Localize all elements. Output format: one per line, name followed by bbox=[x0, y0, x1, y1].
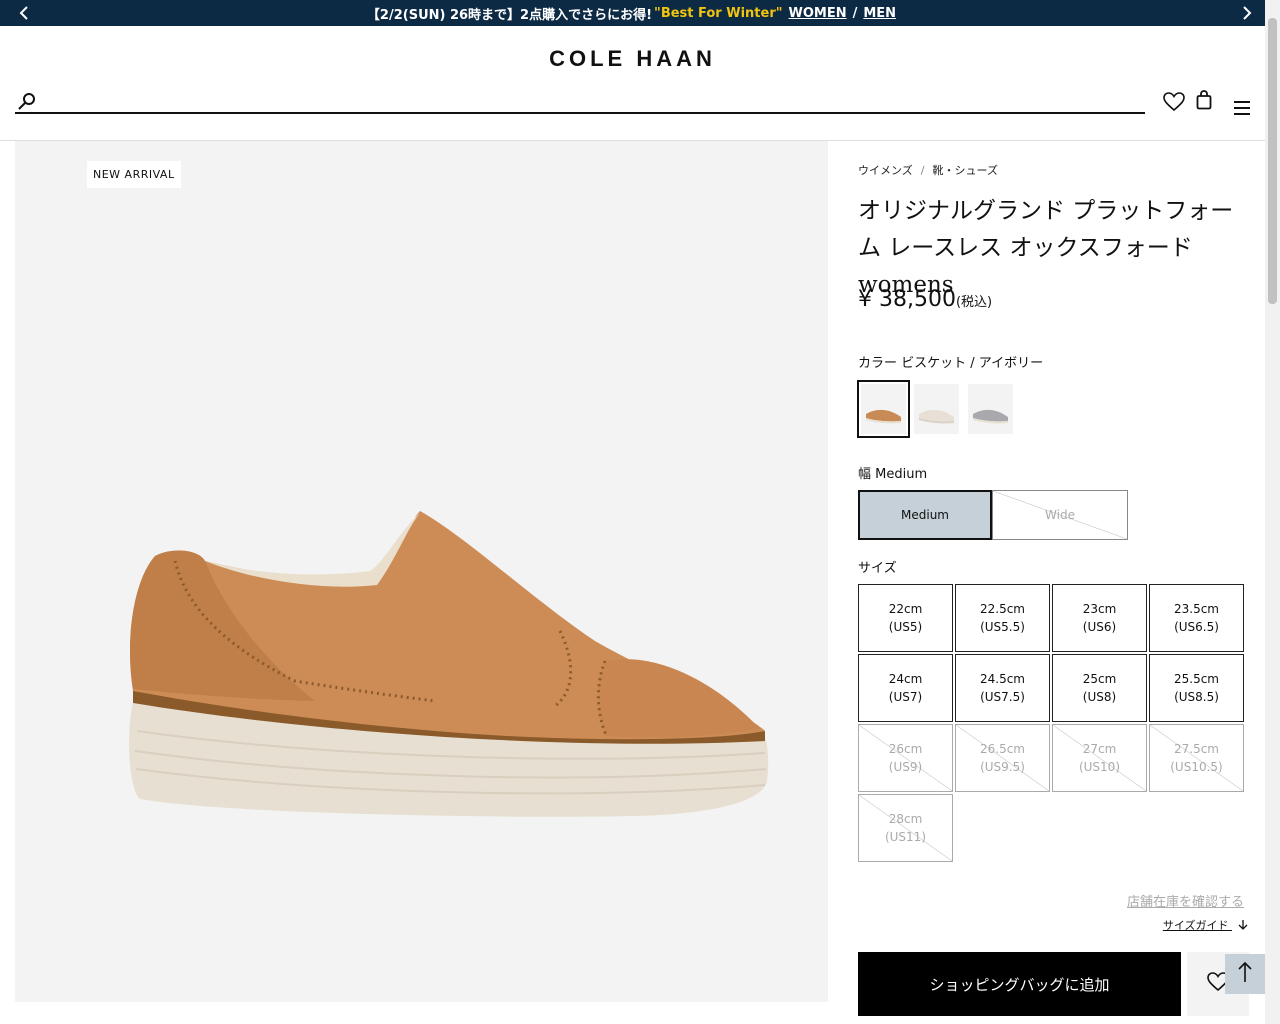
size-label: サイズ bbox=[858, 561, 897, 576]
site-header: COLE HAAN bbox=[0, 26, 1265, 141]
size-us: (US6.5) bbox=[1174, 620, 1219, 634]
size-option-unavailable[interactable]: 26cm (US9) bbox=[858, 724, 953, 792]
size-us: (US5.5) bbox=[980, 620, 1025, 634]
size-option[interactable]: 23.5cm (US6.5) bbox=[1149, 584, 1244, 652]
size-option[interactable]: 25.5cm (US8.5) bbox=[1149, 654, 1244, 722]
size-us: (US10) bbox=[1078, 760, 1121, 774]
size-cm: 22.5cm bbox=[979, 602, 1025, 616]
size-option[interactable]: 25cm (US8) bbox=[1052, 654, 1147, 722]
menu-icon[interactable] bbox=[1233, 100, 1251, 120]
size-guide-label: サイズガイド bbox=[1162, 919, 1229, 932]
size-option[interactable]: 24cm (US7) bbox=[858, 654, 953, 722]
back-to-top-button[interactable] bbox=[1225, 954, 1265, 994]
size-cm: 22cm bbox=[888, 602, 923, 616]
chevron-left-icon[interactable] bbox=[14, 3, 34, 23]
size-us: (US8) bbox=[1082, 690, 1117, 704]
size-option-unavailable[interactable]: 27.5cm (US10.5) bbox=[1149, 724, 1244, 792]
announcement-highlight: "Best For Winter" bbox=[654, 5, 783, 21]
breadcrumb: ウイメンズ / 靴・シューズ bbox=[858, 162, 998, 178]
add-to-bag-button[interactable]: ショッピングバッグに追加 bbox=[858, 952, 1181, 1016]
size-us: (US7.5) bbox=[980, 690, 1025, 704]
size-cm: 23cm bbox=[1082, 602, 1117, 616]
width-option-wide[interactable]: Wide bbox=[992, 490, 1128, 540]
size-cm: 26cm bbox=[888, 742, 923, 756]
chevron-right-icon[interactable] bbox=[1237, 3, 1257, 23]
size-cm: 27.5cm bbox=[1173, 742, 1219, 756]
size-cm: 26.5cm bbox=[979, 742, 1025, 756]
size-cm: 25.5cm bbox=[1173, 672, 1219, 686]
breadcrumb-shoes[interactable]: 靴・シューズ bbox=[933, 164, 998, 177]
search-bar[interactable] bbox=[15, 89, 1145, 114]
search-icon[interactable] bbox=[17, 92, 37, 114]
scrollbar-thumb[interactable] bbox=[1268, 18, 1277, 304]
size-option[interactable]: 22cm (US5) bbox=[858, 584, 953, 652]
size-cm: 27cm bbox=[1082, 742, 1117, 756]
color-swatch-ivory[interactable] bbox=[914, 384, 959, 434]
color-label: カラー ビスケット / アイボリー bbox=[858, 356, 1044, 371]
search-input[interactable] bbox=[45, 89, 1135, 111]
heart-icon[interactable] bbox=[1163, 92, 1185, 116]
width-label: 幅 Medium bbox=[858, 467, 928, 482]
size-us: (US9.5) bbox=[980, 760, 1025, 774]
product-image[interactable]: NEW ARRIVAL bbox=[15, 141, 828, 1002]
product-price: ¥ 38,500(税込) bbox=[858, 287, 992, 312]
width-option-medium[interactable]: Medium bbox=[858, 490, 992, 540]
price-value: ¥ 38,500 bbox=[858, 287, 956, 312]
announcement-bar: 【2/2(SUN) 26時まで】2点購入でさらにお得! "Best For Wi… bbox=[0, 0, 1265, 26]
brand-logo[interactable]: COLE HAAN bbox=[0, 46, 1265, 72]
arrow-down-icon bbox=[1232, 919, 1248, 932]
arrow-up-icon bbox=[1238, 961, 1252, 987]
store-stock-link[interactable]: 店舗在庫を確認する bbox=[1127, 891, 1244, 910]
size-cm: 25cm bbox=[1082, 672, 1117, 686]
size-cm: 23.5cm bbox=[1173, 602, 1219, 616]
size-us: (US10.5) bbox=[1170, 760, 1223, 774]
tax-note: (税込) bbox=[955, 295, 993, 310]
announcement-separator: / bbox=[852, 5, 858, 21]
size-option-unavailable[interactable]: 28cm (US11) bbox=[858, 794, 953, 862]
size-option-unavailable[interactable]: 26.5cm (US9.5) bbox=[955, 724, 1050, 792]
size-us: (US9) bbox=[888, 760, 923, 774]
size-cm: 28cm bbox=[888, 812, 923, 826]
size-us: (US6) bbox=[1082, 620, 1117, 634]
size-option[interactable]: 24.5cm (US7.5) bbox=[955, 654, 1050, 722]
shoe-image bbox=[129, 511, 769, 817]
size-guide-link[interactable]: サイズガイド bbox=[1163, 917, 1248, 933]
size-option-unavailable[interactable]: 27cm (US10) bbox=[1052, 724, 1147, 792]
link-women[interactable]: WOMEN bbox=[789, 6, 847, 21]
size-us: (US7) bbox=[888, 690, 923, 704]
size-cm: 24cm bbox=[888, 672, 923, 686]
link-men[interactable]: MEN bbox=[863, 6, 896, 21]
size-us: (US8.5) bbox=[1174, 690, 1219, 704]
color-swatch-silver[interactable] bbox=[968, 384, 1013, 434]
color-swatch-biscuit[interactable] bbox=[857, 380, 910, 438]
size-us: (US5) bbox=[888, 620, 923, 634]
announcement-text: 【2/2(SUN) 26時まで】2点購入でさらにお得! bbox=[366, 7, 653, 23]
shopping-bag-icon[interactable] bbox=[1196, 90, 1212, 114]
size-us: (US11) bbox=[884, 830, 927, 844]
breadcrumb-divider: / bbox=[920, 164, 925, 177]
size-option[interactable]: 22.5cm (US5.5) bbox=[955, 584, 1050, 652]
page-scrollbar[interactable] bbox=[1265, 0, 1280, 1024]
size-option[interactable]: 23cm (US6) bbox=[1052, 584, 1147, 652]
size-cm: 24.5cm bbox=[979, 672, 1025, 686]
breadcrumb-womens[interactable]: ウイメンズ bbox=[858, 164, 913, 177]
